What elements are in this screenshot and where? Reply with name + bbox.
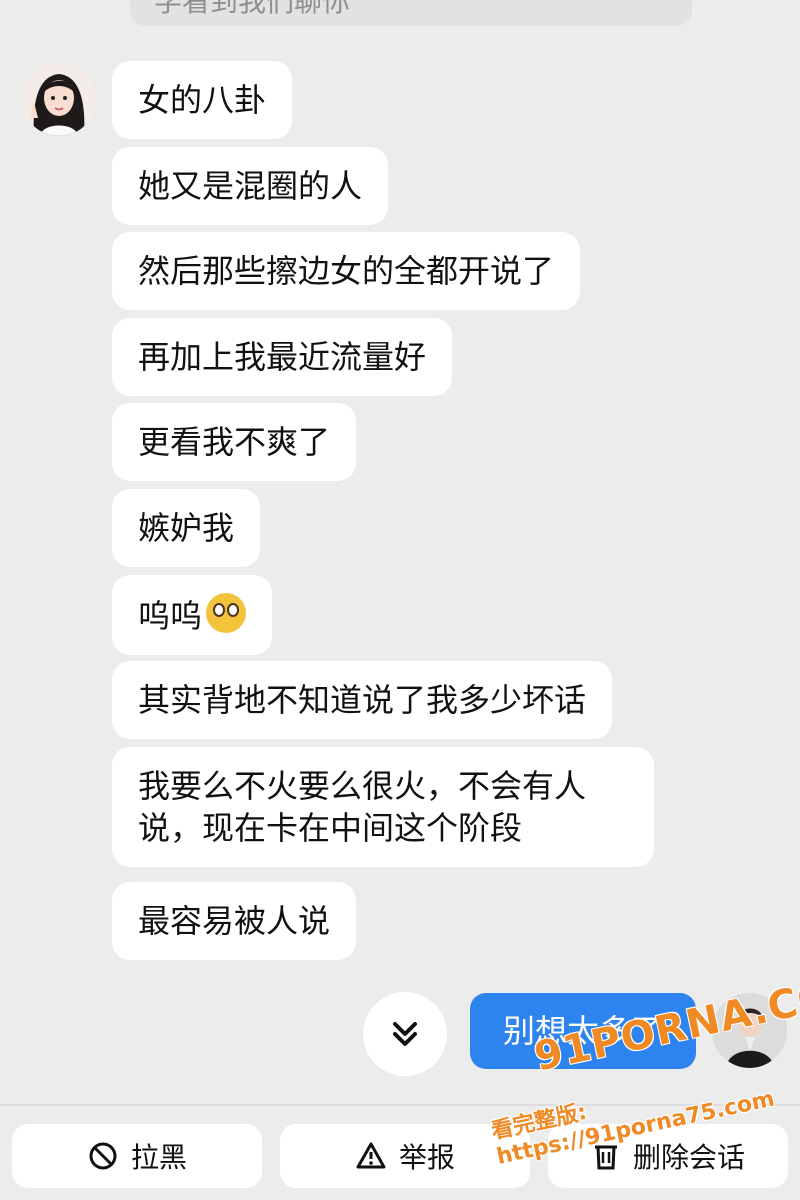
my-avatar-image	[712, 993, 787, 1068]
message-text: 再加上我最近流量好	[138, 338, 427, 376]
partner-message-bubble[interactable]: 最容易被人说	[112, 882, 357, 960]
scroll-to-bottom-button[interactable]	[363, 992, 447, 1076]
partner-message-bubble[interactable]: 她又是混圈的人	[112, 147, 389, 225]
block-button[interactable]: 拉黑	[12, 1124, 262, 1188]
report-label: 举报	[398, 1141, 455, 1174]
trash-icon	[594, 1145, 617, 1170]
partner-message-bubble[interactable]: 嫉妒我	[112, 489, 261, 567]
double-chevron-down-icon	[393, 1022, 417, 1046]
partner-message-bubble[interactable]: 呜呜	[112, 575, 273, 655]
message-text: 我要么不火要么很火，不会有人说，现在卡在中间这个阶段	[138, 767, 587, 847]
warning-icon	[356, 1142, 386, 1169]
message-text: 更看我不爽了	[138, 423, 331, 461]
block-icon	[89, 1142, 117, 1170]
partner-avatar-image	[22, 62, 96, 136]
message-text: 最容易被人说	[138, 902, 331, 940]
partner-message-bubble[interactable]: 女的八卦	[112, 61, 293, 139]
partner-message-bubble[interactable]: 其实背地不知道说了我多少坏话	[112, 661, 613, 739]
partner-avatar[interactable]	[22, 62, 96, 136]
pleading-face-emoji	[206, 593, 247, 633]
message-text: 呜呜	[138, 597, 203, 635]
message-text: 嫉妒我	[138, 509, 235, 547]
delete-conversation-button[interactable]: 删除会话	[548, 1124, 788, 1188]
partner-message-bubble[interactable]: 更看我不爽了	[112, 403, 357, 481]
partner-message-bubble[interactable]: 再加上我最近流量好	[112, 318, 453, 396]
message-text: 别想太多了	[502, 1012, 663, 1050]
message-text: 其实背地不知道说了我多少坏话	[138, 681, 587, 719]
delete-conversation-label: 删除会话	[632, 1141, 745, 1174]
partner-message-bubble[interactable]: 我要么不火要么很火，不会有人说，现在卡在中间这个阶段	[112, 747, 654, 867]
partner-message-bubble[interactable]: 然后那些擦边女的全都开说了	[112, 232, 581, 310]
my-avatar[interactable]	[712, 993, 787, 1068]
report-button[interactable]: 举报	[280, 1124, 530, 1188]
previous-message-snippet: 学看到我们聊你	[130, 0, 692, 26]
message-text: 她又是混圈的人	[138, 167, 363, 205]
action-bar: 拉黑 举报 删除会话	[0, 1106, 800, 1200]
block-label: 拉黑	[130, 1141, 187, 1174]
my-message-bubble[interactable]: 别想太多了	[470, 993, 696, 1069]
message-text: 然后那些擦边女的全都开说了	[138, 252, 555, 290]
message-text: 女的八卦	[138, 81, 267, 119]
